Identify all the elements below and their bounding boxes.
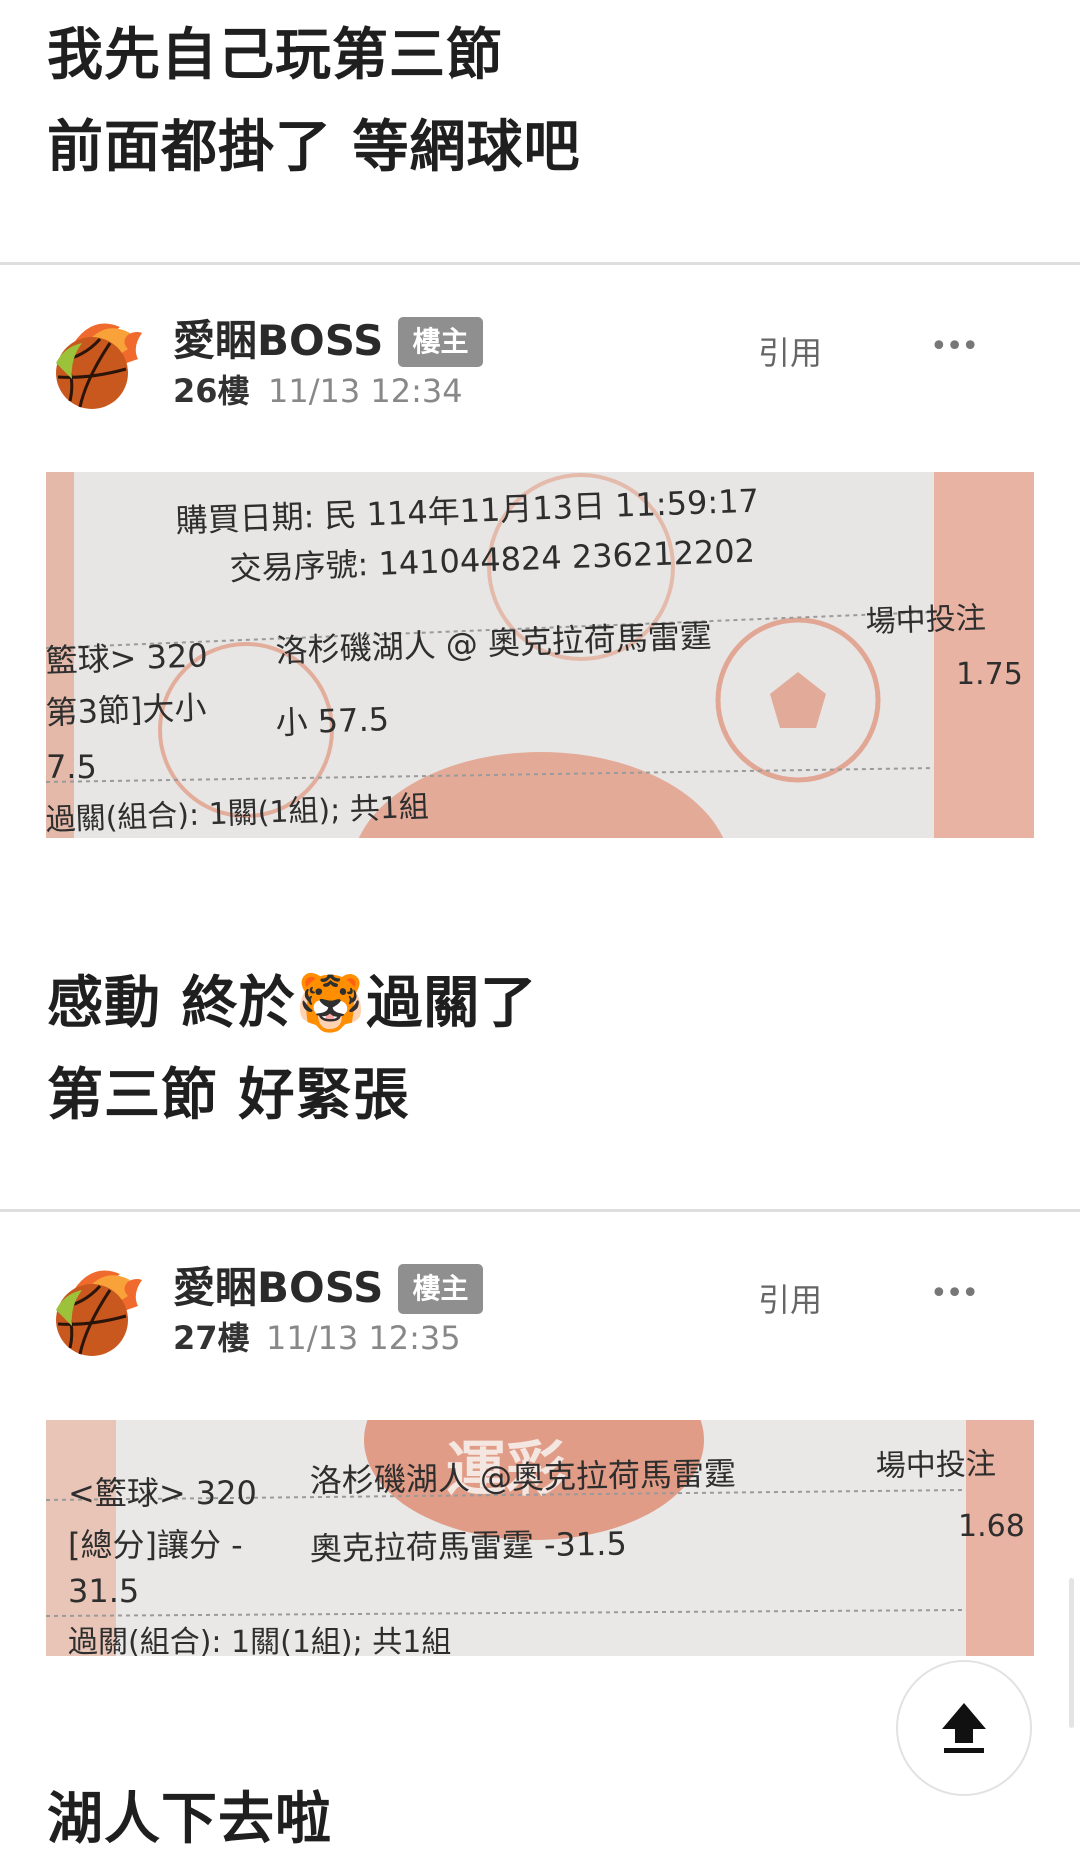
ticket-bet-type: 場中投注 [865,601,986,640]
more-options-icon[interactable]: ••• [930,1274,979,1314]
basketball-fire-icon [56,323,142,409]
ticket-line: 7.5 [46,748,97,786]
ticket-market: 第3節]大小 [46,688,207,732]
post-text-line: 第三節 好緊張 [47,1063,410,1128]
basketball-fire-icon [56,1270,142,1356]
lottery-ticket-image: 購買日期: 民 114年11月13日 11:59:17 交易序號: 141044… [46,472,1034,838]
post-text-line: 湖人下去啦 [47,1787,332,1852]
ticket-market: [總分]讓分 - [68,1526,243,1564]
post-text-line: 我先自己玩第三節 [47,23,503,88]
post-divider [0,1209,1080,1212]
floor-number: 27樓 [173,1319,250,1357]
ticket-odds: 1.75 [956,657,1023,692]
quote-button[interactable]: 引用 [758,1278,822,1322]
ticket-photo[interactable]: 運彩 <籃球> 320 洛杉磯湖人 @奧克拉荷馬雷霆 場中投注 [總分]讓分 -… [46,1420,1034,1656]
post-time: 11/13 12:35 [266,1319,461,1357]
post-text-line: 前面都掛了 等網球吧 [47,115,581,180]
ticket-bet-type: 場中投注 [876,1447,997,1484]
upload-arrow-icon [942,1703,986,1753]
ticket-combo: 過關(組合): 1關(1組); 共1組 [68,1625,451,1656]
author-name[interactable]: 愛睏BOSS [173,313,383,369]
lottery-ticket-image: 運彩 <籃球> 320 洛杉磯湖人 @奧克拉荷馬雷霆 場中投注 [總分]讓分 -… [46,1420,1034,1656]
quote-button[interactable]: 引用 [758,331,822,375]
avatar[interactable] [50,1266,144,1360]
ticket-photo[interactable]: 購買日期: 民 114年11月13日 11:59:17 交易序號: 141044… [46,472,1034,838]
ticket-odds: 1.68 [958,1509,1025,1544]
ticket-match: 洛杉磯湖人 @奧克拉荷馬雷霆 [309,1455,736,1500]
floor-number: 26樓 [173,372,250,410]
post-time: 11/13 12:34 [268,372,463,410]
ticket-game: <籃球> 320 [68,1474,257,1512]
ticket-selection: 奧克拉荷馬雷霆 -31.5 [309,1524,627,1568]
op-badge: 樓主 [398,317,483,367]
post-header-26: 愛睏BOSS 樓主 26樓 11/13 12:34 引用 ••• [0,313,1080,423]
ticket-selection: 小 57.5 [275,700,390,742]
scrollbar[interactable] [1069,1578,1074,1728]
post-text-line: 感動 終於🐯過關了 [47,971,538,1036]
avatar[interactable] [50,319,144,413]
ticket-line: 31.5 [68,1572,139,1610]
scroll-to-top-button[interactable] [896,1660,1032,1796]
author-name[interactable]: 愛睏BOSS [173,1260,383,1316]
ticket-game: 籃球> 320 [46,636,208,680]
op-badge: 樓主 [398,1264,483,1314]
more-options-icon[interactable]: ••• [930,327,979,367]
post-divider [0,262,1080,265]
post-header-27: 愛睏BOSS 樓主 27樓 11/13 12:35 引用 ••• [0,1260,1080,1370]
